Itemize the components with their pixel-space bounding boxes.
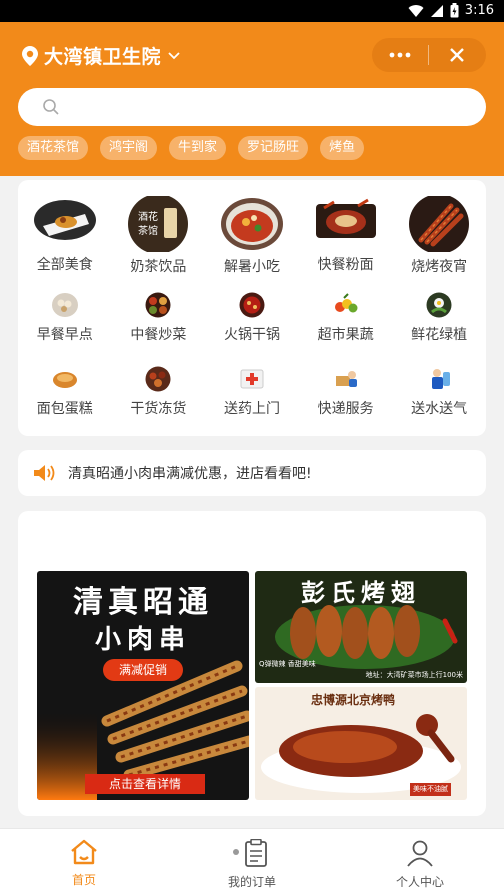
more-dots-icon <box>389 52 411 58</box>
promo-section: 清真昭通 小肉串 满减促销 点击查看详情 彭氏烤翅 Q弹微辣 香甜美味 地址：大… <box>18 511 486 816</box>
bread-icon <box>52 372 77 388</box>
wings-address: 地址：大湾矿菜市场上行100米 <box>365 671 463 679</box>
snack-bowl-icon <box>220 198 283 250</box>
category-label: 中餐炒菜 <box>130 327 187 343</box>
home-icon <box>71 839 97 865</box>
category-label: 烧烤夜宵 <box>411 259 468 275</box>
location-pin-icon <box>22 45 38 66</box>
mini-program-capsule <box>372 38 486 72</box>
category-grid: 全部美食 酒花 茶馆 奶茶饮品 解暑小吃 快餐粉面 烧烤夜宵 早餐早点 中餐炒菜… <box>18 180 486 436</box>
category-all-food[interactable]: 全部美食 <box>18 196 112 276</box>
category-summer-snacks[interactable]: 解暑小吃 <box>205 196 299 276</box>
category-label: 鲜花绿植 <box>411 327 468 343</box>
tab-orders[interactable]: 我的订单 <box>168 829 336 896</box>
medicine-icon <box>240 369 264 389</box>
promo-banner-skewers[interactable]: 清真昭通 小肉串 满减促销 点击查看详情 <box>37 571 249 800</box>
category-supermarket[interactable]: 超市果蔬 <box>299 292 393 344</box>
tab-label: 首页 <box>71 873 96 887</box>
category-express[interactable]: 快递服务 <box>299 366 393 418</box>
dishes-icon <box>145 292 171 318</box>
tab-home[interactable]: 首页 <box>0 829 168 896</box>
clock: 3:16 <box>464 3 494 18</box>
category-bakery[interactable]: 面包蛋糕 <box>18 366 112 418</box>
speaker-icon <box>34 465 55 481</box>
close-button[interactable] <box>429 38 485 72</box>
hot-tag[interactable]: 鸿宇阁 <box>100 136 158 160</box>
milk-tea-icon: 酒花 茶馆 <box>128 196 189 252</box>
category-water-gas[interactable]: 送水送气 <box>392 366 486 418</box>
category-label: 全部美食 <box>36 257 93 273</box>
category-label: 快递服务 <box>317 401 374 417</box>
skewers-subtitle: 小肉串 <box>94 625 191 655</box>
category-chinese-dishes[interactable]: 中餐炒菜 <box>112 292 206 344</box>
breakfast-icon <box>51 293 78 317</box>
category-label: 早餐早点 <box>36 327 93 343</box>
hotpot-icon <box>239 292 265 318</box>
duck-title: 忠博源北京烤鸭 <box>311 693 396 707</box>
wifi-icon <box>408 4 424 17</box>
svg-text:茶馆: 茶馆 <box>138 224 158 237</box>
announcement-text: 清真昭通小肉串满减优惠，进店看看吧! <box>68 466 312 482</box>
hot-tag[interactable]: 罗记肠旺 <box>238 136 309 160</box>
promo-banner-wings[interactable]: 彭氏烤翅 Q弹微辣 香甜美味 地址：大湾矿菜市场上行100米 <box>255 571 467 683</box>
category-label: 奶茶饮品 <box>130 259 187 275</box>
hot-tag[interactable]: 酒花茶馆 <box>18 136 89 160</box>
wings-title: 彭氏烤翅 <box>301 578 421 607</box>
battery-icon <box>450 3 459 18</box>
status-bar: 3:16 <box>0 0 504 22</box>
all-food-icon <box>33 200 96 240</box>
fast-food-icon <box>315 198 376 238</box>
category-label: 干货冻货 <box>130 401 187 417</box>
promo-banner-roast-duck[interactable]: 忠博源北京烤鸭 美味不油腻 <box>255 687 467 800</box>
location-selector[interactable]: 大湾镇卫生院 <box>22 42 181 69</box>
hot-tag[interactable]: 烤鱼 <box>320 136 365 160</box>
category-flowers[interactable]: 鲜花绿植 <box>392 292 486 344</box>
category-hotpot[interactable]: 火锅干锅 <box>205 292 299 344</box>
announcement-bar[interactable]: 清真昭通小肉串满减优惠，进店看看吧! <box>18 450 486 496</box>
category-bbq[interactable]: 烧烤夜宵 <box>392 196 486 276</box>
more-button[interactable] <box>372 38 428 72</box>
skewers-title: 清真昭通 <box>73 585 213 620</box>
category-medicine[interactable]: 送药上门 <box>205 366 299 418</box>
skewers-badge: 满减促销 <box>103 659 183 681</box>
duck-caption: 美味不油腻 <box>410 783 451 796</box>
category-dry-frozen[interactable]: 干货冻货 <box>112 366 206 418</box>
tab-label: 个人中心 <box>395 875 444 889</box>
category-label: 快餐粉面 <box>317 257 374 273</box>
svg-text:酒花: 酒花 <box>138 210 158 223</box>
tab-label: 我的订单 <box>227 875 276 889</box>
dry-goods-icon <box>145 366 171 392</box>
user-icon <box>407 840 433 867</box>
category-label: 送水送气 <box>411 401 468 417</box>
signal-icon <box>430 4 443 17</box>
water-delivery-icon <box>432 369 451 389</box>
close-icon <box>450 48 464 62</box>
tab-profile[interactable]: 个人中心 <box>336 829 504 896</box>
search-icon <box>43 99 59 115</box>
location-name: 大湾镇卫生院 <box>44 46 162 68</box>
category-label: 火锅干锅 <box>223 327 280 343</box>
fruit-veg-icon <box>334 293 358 313</box>
header: 大湾镇卫生院 酒花茶馆 鸿宇阁 牛到家 罗记肠旺 烤鱼 <box>0 22 504 176</box>
category-label: 送药上门 <box>223 401 280 417</box>
search-input[interactable] <box>18 88 486 126</box>
category-fast-food[interactable]: 快餐粉面 <box>299 196 393 276</box>
hot-tag[interactable]: 牛到家 <box>169 136 227 160</box>
skewers-detail-button[interactable]: 点击查看详情 <box>85 774 205 794</box>
category-milk-tea[interactable]: 酒花 茶馆 奶茶饮品 <box>112 196 206 276</box>
category-breakfast[interactable]: 早餐早点 <box>18 292 112 344</box>
hot-search-tags: 酒花茶馆 鸿宇阁 牛到家 罗记肠旺 烤鱼 <box>18 136 365 160</box>
bottom-tab-bar: 首页 我的订单 个人中心 <box>0 828 504 896</box>
flower-plant-icon <box>426 292 452 318</box>
chevron-down-icon <box>168 51 180 59</box>
category-label: 面包蛋糕 <box>36 401 93 417</box>
orders-icon <box>233 839 267 867</box>
category-label: 解暑小吃 <box>223 259 280 275</box>
bbq-skewer-icon <box>409 196 470 252</box>
courier-icon <box>335 371 357 387</box>
wings-caption-left: Q弹微辣 香甜美味 <box>259 660 316 668</box>
category-label: 超市果蔬 <box>317 327 374 343</box>
